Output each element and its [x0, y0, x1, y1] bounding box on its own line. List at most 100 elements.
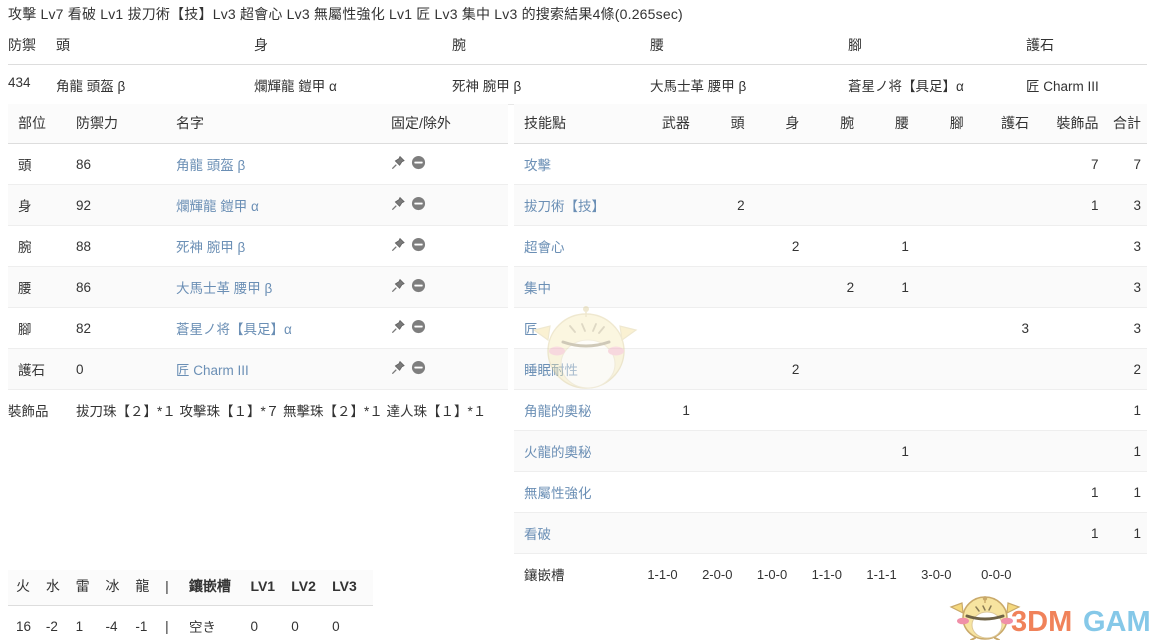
summary-cell-waist: 大馬士革 腰甲 β: [650, 64, 848, 105]
skill-cell-charm: [963, 266, 1029, 308]
skill-name-link[interactable]: 攻擊: [524, 158, 551, 173]
resist-value-lv1: 0: [250, 618, 258, 634]
resist-header-divider: |: [165, 570, 189, 606]
skill-cell-charm: [963, 389, 1029, 431]
skill-name-link[interactable]: 角龍的奧秘: [524, 404, 592, 419]
skill-cell-charm: 3: [963, 307, 1029, 349]
skill-cell-total: 2: [1098, 348, 1147, 390]
skill-cell-waist: [854, 184, 909, 226]
skill-name-link[interactable]: 睡眠耐性: [524, 363, 578, 378]
skill-name-link[interactable]: 匠: [524, 322, 538, 337]
resist-value-slots: 空き: [188, 620, 216, 635]
gear-row-actions: [391, 237, 426, 255]
skill-cell-body: 2: [744, 225, 800, 267]
resist-header-lv1: LV1: [250, 570, 292, 606]
resist-header-fire: 火: [8, 570, 46, 606]
summary-header-charm: 護石: [1026, 30, 1147, 65]
skill-cell-legs: [908, 430, 964, 472]
skill-cell-weapon: [635, 266, 690, 308]
gear-cell-part: 腳: [8, 307, 76, 349]
minus-circle-icon[interactable]: [411, 319, 426, 337]
skill-cell-weapon: [635, 430, 690, 472]
gear-cell-name: 匠 Charm III: [176, 348, 391, 390]
skill-cell-body: [744, 184, 800, 226]
gear-name-link[interactable]: 爛輝龍 鎧甲 α: [176, 199, 259, 214]
skill-cell-legs: [908, 143, 964, 185]
gear-cell-part: 身: [8, 184, 76, 226]
minus-circle-icon[interactable]: [411, 196, 426, 214]
decoration-row: 裝飾品 拔刀珠【２】*１ 攻擊珠【１】*７ 無擊珠【２】*１ 達人珠【１】*１: [8, 389, 508, 430]
skill-cell-deco: [1029, 225, 1099, 267]
resist-header-dragon: 龍: [135, 570, 166, 606]
minus-circle-icon[interactable]: [411, 278, 426, 296]
skill-cell-head: [689, 266, 745, 308]
skill-name-link[interactable]: 超會心: [524, 240, 565, 255]
minus-circle-icon[interactable]: [411, 237, 426, 255]
skill-cell-head: [689, 225, 745, 267]
resist-value-water: -2: [45, 618, 58, 634]
skill-cell-name: 超會心: [514, 225, 636, 267]
pushpin-icon[interactable]: [391, 278, 406, 296]
pushpin-icon[interactable]: [391, 237, 406, 255]
skill-cell-charm: [963, 225, 1029, 267]
gear-row: 身 92 爛輝龍 鎧甲 α: [8, 184, 508, 226]
minus-circle-icon[interactable]: [411, 360, 426, 378]
skill-header-deco: 裝飾品: [1029, 104, 1099, 144]
slot-cell: 2-0-0: [689, 553, 745, 594]
skill-header-weapon: 武器: [635, 104, 690, 144]
skill-cell-legs: [908, 348, 964, 390]
pushpin-icon[interactable]: [391, 155, 406, 173]
skill-cell-deco: [1029, 430, 1099, 472]
gear-cell-defense: 82: [76, 307, 176, 349]
resist-header-thunder: 雷: [75, 570, 106, 606]
pushpin-icon[interactable]: [391, 360, 406, 378]
skill-name-link[interactable]: 火龍的奧秘: [524, 445, 592, 460]
skill-cell-legs: [908, 266, 964, 308]
resistance-value-row: 16 -2 1 -4 -1 | 空き 0 0 0: [8, 606, 373, 643]
skill-points-table: 技能點 武器 頭 身 腕 腰 腳 護石 裝飾品 合計 攻擊 7 7 拔刀術【技】 2 1 3…: [514, 104, 1147, 594]
gear-header-actions: 固定/除外: [391, 104, 508, 144]
summary-cell-head: 角龍 頭盔 β: [56, 64, 254, 105]
skill-name-link[interactable]: 拔刀術【技】: [524, 199, 605, 214]
pushpin-icon[interactable]: [391, 319, 406, 337]
skill-name-link[interactable]: 集中: [524, 281, 551, 296]
gear-name-link[interactable]: 匠 Charm III: [176, 363, 249, 378]
skill-cell-total: 3: [1098, 266, 1147, 308]
decoration-label: 裝飾品: [8, 389, 76, 430]
summary-row[interactable]: 434 角龍 頭盔 β 爛輝龍 鎧甲 α 死神 腕甲 β 大馬士革 腰甲 β 蒼…: [8, 64, 1147, 105]
skill-cell-arms: 2: [799, 266, 855, 308]
gear-table-body: 頭 86 角龍 頭盔 β 身 92 爛輝龍 鎧甲 α 腕 88 死神 腕甲 β 腰 86 大馬士革 腰…: [8, 143, 508, 390]
minus-circle-icon[interactable]: [411, 155, 426, 173]
gear-row-actions: [391, 360, 426, 378]
skill-cell-name: 無屬性強化: [514, 471, 636, 513]
skill-name-link[interactable]: 看破: [524, 527, 551, 542]
gear-name-link[interactable]: 角龍 頭盔 β: [176, 158, 245, 173]
gear-name-link[interactable]: 大馬士革 腰甲 β: [176, 281, 272, 296]
slots-row: 鑲嵌槽 1-1-0 2-0-0 1-0-0 1-1-0 1-1-1 3-0-0 0-0-0: [514, 553, 1147, 594]
skill-header-arms: 腕: [799, 104, 855, 144]
skill-name-link[interactable]: 無屬性強化: [524, 486, 592, 501]
watermark-game-text: GAME: [1083, 606, 1150, 638]
pushpin-icon[interactable]: [391, 196, 406, 214]
skill-row: 攻擊 7 7: [514, 143, 1147, 185]
slot-cell-pad: [1098, 553, 1147, 594]
gear-name-link[interactable]: 蒼星ノ将【具足】α: [176, 322, 292, 337]
skill-header-total: 合計: [1098, 104, 1147, 144]
skill-cell-arms: [799, 225, 855, 267]
skill-cell-waist: 1: [854, 266, 909, 308]
skill-cell-head: [689, 512, 745, 554]
skill-cell-deco: 1: [1029, 184, 1099, 226]
skill-header-name: 技能點: [514, 104, 636, 144]
skill-cell-waist: [854, 307, 909, 349]
skill-header-row: 技能點 武器 頭 身 腕 腰 腳 護石 裝飾品 合計: [514, 104, 1147, 144]
skill-cell-weapon: [635, 184, 690, 226]
skill-header-charm: 護石: [963, 104, 1029, 144]
skill-cell-name: 角龍的奧秘: [514, 389, 636, 431]
gear-cell-defense: 86: [76, 266, 176, 308]
gear-name-link[interactable]: 死神 腕甲 β: [176, 240, 245, 255]
resist-value-lv3: 0: [332, 618, 340, 634]
gear-cell-defense: 92: [76, 184, 176, 226]
skill-table-foot: 鑲嵌槽 1-1-0 2-0-0 1-0-0 1-1-0 1-1-1 3-0-0 0-0-0: [514, 553, 1147, 594]
skill-cell-legs: [908, 512, 964, 554]
skill-row: 看破 1 1: [514, 512, 1147, 554]
